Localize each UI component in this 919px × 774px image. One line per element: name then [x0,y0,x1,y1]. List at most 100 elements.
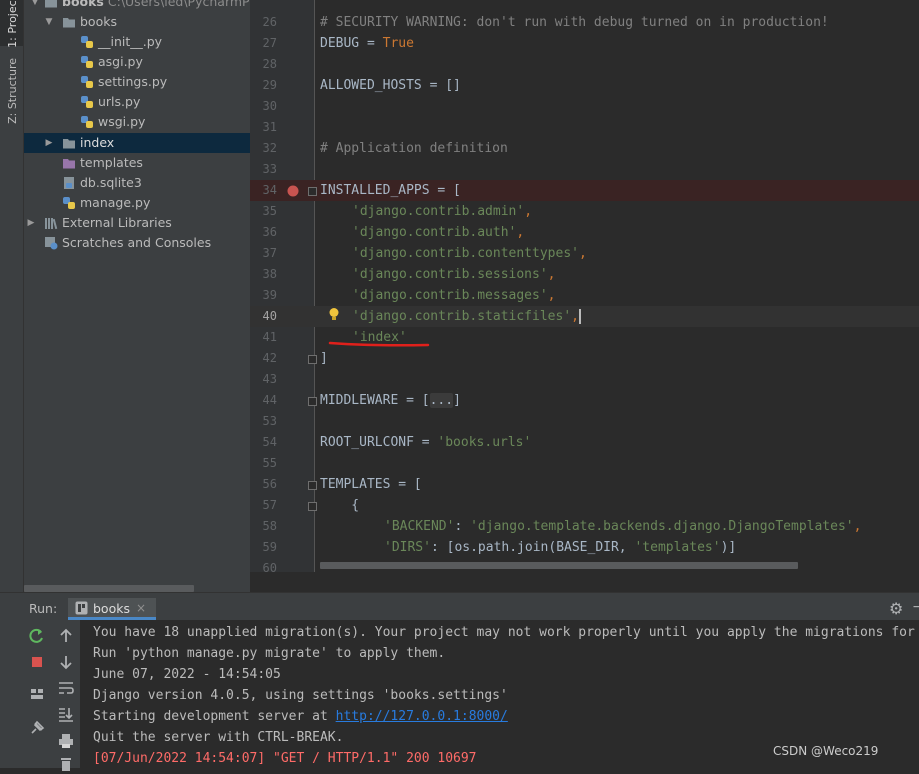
stop-icon[interactable] [27,652,47,672]
tree-item-db[interactable]: db.sqlite3 [24,173,250,193]
code-token-keyword: True [382,36,414,51]
code-token-string: 'django.contrib.contenttypes' [352,246,579,261]
django-run-icon [75,601,88,615]
fold-marker-icon[interactable] [308,187,317,196]
tree-item-scratches[interactable]: Scratches and Consoles [24,233,250,253]
line-number: 42 [262,351,277,365]
code-token-string: 'django.contrib.admin' [352,204,525,219]
up-arrow-icon[interactable] [56,626,76,646]
expand-arrow-icon[interactable]: ▼ [42,12,56,32]
code-token-string: 'django.contrib.sessions' [352,267,548,282]
delete-icon[interactable] [56,754,76,774]
fold-marker-icon[interactable] [308,502,317,511]
code-token-comma: , [578,246,587,261]
tree-item-wsgi[interactable]: wsgi.py [24,112,250,132]
tree-item-label: templates [80,155,143,170]
python-file-icon [81,116,93,128]
project-tree: ▼ books C:\Users\ied\PycharmPro ▼ books … [24,0,250,598]
fold-marker-icon[interactable] [308,355,317,364]
project-tool-tab[interactable]: 1: Project [0,0,23,48]
down-arrow-icon[interactable] [56,652,76,672]
tree-item-label: __init__.py [98,34,163,49]
tree-item-init[interactable]: __init__.py [24,32,250,52]
print-icon[interactable] [56,731,76,751]
tree-item-templates[interactable]: templates [24,153,250,173]
line-number: 57 [262,498,277,512]
tree-root-path: C:\Users\ied\PycharmPro [107,0,250,9]
code-editor[interactable]: 26 27 28 29 30 31 32 33 34 35 36 37 38 3… [250,0,919,572]
python-file-icon [81,76,93,88]
line-number: 55 [262,456,277,470]
code-line-close-bracket: ] [320,351,328,366]
code-token-string: 'BACKEND' [384,519,455,534]
code-token-string: 'templates' [634,540,721,555]
gear-icon[interactable]: ⚙ [889,599,903,618]
editor-horizontal-scrollbar[interactable] [320,562,798,569]
rerun-icon[interactable] [27,626,47,646]
close-icon[interactable]: × [136,601,146,615]
code-token: : [454,519,471,534]
tree-item-books[interactable]: ▼ books [24,12,250,32]
console-line: Django version 4.0.5, using settings 'bo… [93,688,508,703]
run-tab-books[interactable]: books × [68,598,156,620]
line-number: 59 [262,540,277,554]
code-token-comma: , [516,225,525,240]
folded-code-ellipsis[interactable]: ... [429,393,454,408]
python-file-icon [81,56,93,68]
line-number: 54 [262,435,277,449]
hide-icon[interactable]: − [912,599,919,615]
console-line: Run 'python manage.py migrate' to apply … [93,646,446,661]
tree-item-label: urls.py [98,94,141,109]
code-token-comma: , [547,288,556,303]
scroll-to-end-icon[interactable] [56,704,76,724]
code-line-debug: DEBUG = True [320,33,919,54]
code-line-comment: # SECURITY WARNING: don't run with debug… [320,15,829,30]
layout-icon[interactable] [27,684,47,704]
console-text: Starting development server at [93,709,336,724]
tree-item-manage[interactable]: manage.py [24,193,250,213]
expand-arrow-icon[interactable]: ▼ [28,0,42,12]
tree-item-label: books [80,14,117,29]
code-token-string: 'DIRS' [384,540,431,555]
tree-item-label: wsgi.py [98,114,146,129]
line-number: 43 [262,372,277,386]
tree-item-label: asgi.py [98,54,143,69]
line-number: 26 [262,15,277,29]
tree-item-label: settings.py [98,74,168,89]
console-line: Quit the server with CTRL-BREAK. [93,730,344,745]
code-line-app: 'django.contrib.messages', [352,285,919,306]
fold-marker-icon[interactable] [308,397,317,406]
code-token: DEBUG = [320,36,383,51]
expand-arrow-icon[interactable]: ▶ [42,133,56,153]
tree-item-settings[interactable]: settings.py [24,72,250,92]
code-token-comma: , [853,519,862,534]
tree-item-index[interactable]: ▶ index [24,133,250,153]
code-line-root-urlconf: ROOT_URLCONF = 'books.urls' [320,432,919,453]
code-token-comma: , [547,267,556,282]
code-token: )] [720,540,737,555]
tree-item-external-libraries[interactable]: ▶ External Libraries [24,213,250,233]
code-line-app: 'django.contrib.staticfiles', [352,306,919,327]
run-label: Run: [29,601,58,616]
soft-wrap-icon[interactable] [56,678,76,698]
console-line: You have 18 unapplied migration(s). Your… [93,625,915,640]
tree-item-asgi[interactable]: asgi.py [24,52,250,72]
server-url-link[interactable]: http://127.0.0.1:8000/ [336,709,508,724]
lightbulb-icon[interactable] [328,307,340,322]
tree-item-urls[interactable]: urls.py [24,92,250,112]
project-horizontal-scrollbar[interactable] [24,585,194,592]
console-line: June 07, 2022 - 14:54:05 [93,667,281,682]
expand-arrow-icon[interactable]: ▶ [24,213,38,233]
tree-root-label: books [62,0,104,9]
pin-icon[interactable] [27,718,47,738]
fold-marker-icon[interactable] [308,481,317,490]
line-number: 36 [262,225,277,239]
line-number: 40 [262,309,277,323]
code-line-app: 'django.contrib.admin', [352,201,919,222]
breakpoint-icon[interactable] [287,185,299,197]
console-line-request: [07/Jun/2022 14:54:07] "GET / HTTP/1.1" … [93,751,477,766]
structure-tool-tab-label: Z: Structure [6,58,19,124]
tree-root-books[interactable]: ▼ books C:\Users\ied\PycharmPro [24,0,250,12]
structure-tool-tab[interactable]: Z: Structure [0,56,23,138]
console-line-server: Starting development server at http://12… [93,706,508,727]
